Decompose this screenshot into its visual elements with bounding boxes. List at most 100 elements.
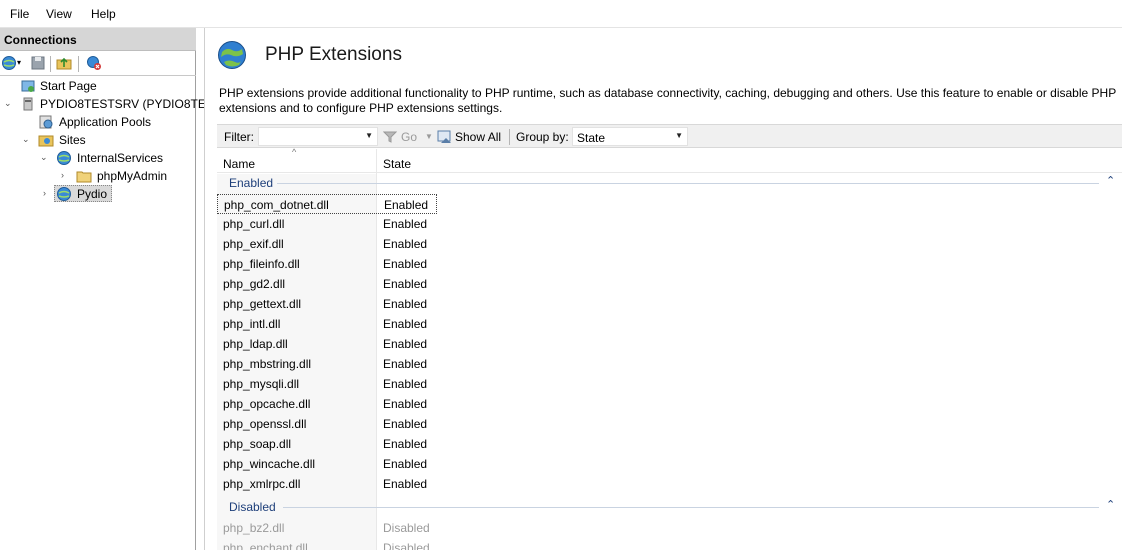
show-all-icon <box>437 130 451 143</box>
filter-input[interactable]: ▼ <box>258 127 378 146</box>
extension-state: Enabled <box>383 277 428 291</box>
group-header-disabled[interactable]: Disabled ⌃ <box>217 497 1122 517</box>
globe-icon <box>57 187 71 201</box>
save-icon[interactable] <box>30 55 46 71</box>
server-icon <box>23 97 33 111</box>
list-item[interactable]: php_fileinfo.dll Enabled <box>217 254 437 274</box>
extension-state: Disabled <box>383 541 430 550</box>
extension-state: Enabled <box>383 297 428 311</box>
extension-name: php_ldap.dll <box>223 337 288 351</box>
list-item[interactable]: php_curl.dll Enabled <box>217 214 437 234</box>
chevron-down-icon[interactable]: ⌄ <box>22 134 30 145</box>
menu-file[interactable]: File <box>10 7 29 21</box>
column-header-name[interactable]: Name <box>223 157 255 171</box>
tree-item-phpmyadmin[interactable]: › phpMyAdmin <box>0 167 196 185</box>
page-title: PHP Extensions <box>265 44 402 65</box>
group-by-label: Group by: <box>516 130 569 144</box>
disconnect-icon[interactable] <box>86 55 102 71</box>
extension-state: Enabled <box>383 217 428 231</box>
menu-help[interactable]: Help <box>91 7 116 21</box>
list-item[interactable]: php_gd2.dll Enabled <box>217 274 437 294</box>
extension-state: Enabled <box>383 317 428 331</box>
list-item[interactable]: php_enchant.dll Disabled <box>217 538 437 550</box>
list-item[interactable]: php_ldap.dll Enabled <box>217 334 437 354</box>
chevron-right-icon[interactable]: › <box>43 188 46 198</box>
dropdown-arrow-icon[interactable]: ▾ <box>17 58 21 67</box>
list-item[interactable]: php_bz2.dll Disabled <box>217 518 437 538</box>
collapse-chevron-icon[interactable]: ⌃ <box>1106 174 1115 187</box>
main-pane: PHP Extensions PHP extensions provide ad… <box>204 28 1122 550</box>
group-by-select[interactable]: State ▼ <box>572 127 688 146</box>
chevron-down-icon[interactable]: ⌄ <box>4 98 12 109</box>
show-all-button[interactable]: Show All <box>455 130 501 144</box>
extension-state: Enabled <box>383 377 428 391</box>
chevron-right-icon[interactable]: › <box>61 170 64 180</box>
tree-item-pydio[interactable]: › Pydio <box>0 185 196 203</box>
extension-name: php_gd2.dll <box>223 277 286 291</box>
extension-state: Enabled <box>384 198 429 212</box>
tree-item-application-pools[interactable]: Application Pools <box>0 113 196 131</box>
connections-title: Connections <box>4 33 77 47</box>
tree-item-start-page[interactable]: Start Page <box>0 77 196 95</box>
connections-pane: Connections ▾ Start Page ⌄ PYDIO8TESTSRV… <box>0 28 221 550</box>
dropdown-arrow-icon[interactable]: ▼ <box>365 131 373 140</box>
php-extensions-globe-icon <box>218 41 246 69</box>
connect-globe-icon[interactable] <box>1 55 17 71</box>
up-folder-icon[interactable] <box>56 55 72 71</box>
extension-state: Enabled <box>383 477 428 491</box>
list-item[interactable]: php_wincache.dll Enabled <box>217 454 437 474</box>
folder-icon <box>76 171 92 183</box>
extension-name: php_gettext.dll <box>223 297 302 311</box>
extension-state: Enabled <box>383 257 428 271</box>
extension-name: php_wincache.dll <box>223 457 316 471</box>
list-item[interactable]: php_soap.dll Enabled <box>217 434 437 454</box>
extension-state: Enabled <box>383 437 428 451</box>
tree-item-sites[interactable]: ⌄ Sites <box>0 131 196 149</box>
filter-label: Filter: <box>224 130 254 144</box>
start-page-icon <box>21 80 35 92</box>
list-item[interactable]: php_exif.dll Enabled <box>217 234 437 254</box>
extension-name: php_openssl.dll <box>223 417 307 431</box>
column-header-state[interactable]: State <box>383 157 411 171</box>
sort-arrow-icon: ^ <box>292 147 297 157</box>
chevron-down-icon[interactable]: ⌄ <box>40 152 48 163</box>
go-button[interactable]: Go <box>401 130 417 144</box>
go-dropdown-icon[interactable]: ▼ <box>425 132 433 141</box>
group-divider <box>277 183 1099 184</box>
tree-item-internalservices[interactable]: ⌄ InternalServices <box>0 149 196 167</box>
list-item[interactable]: php_xmlrpc.dll Enabled <box>217 474 437 494</box>
globe-icon <box>57 151 71 165</box>
dropdown-arrow-icon[interactable]: ▼ <box>675 131 683 140</box>
collapse-chevron-icon[interactable]: ⌃ <box>1106 498 1115 511</box>
extension-state: Enabled <box>383 357 428 371</box>
toolbar-separator <box>509 129 510 145</box>
extension-name: php_com_dotnet.dll <box>224 198 329 212</box>
list-item[interactable]: php_openssl.dll Enabled <box>217 414 437 434</box>
menu-view[interactable]: View <box>46 7 72 21</box>
extension-name: php_curl.dll <box>223 217 285 231</box>
extension-state: Enabled <box>383 457 428 471</box>
list-item[interactable]: php_gettext.dll Enabled <box>217 294 437 314</box>
extension-name: php_mysqli.dll <box>223 377 300 391</box>
extension-state: Enabled <box>383 237 428 251</box>
toolbar-separator <box>78 56 79 72</box>
list-item[interactable]: php_mbstring.dll Enabled <box>217 354 437 374</box>
application-pools-icon <box>39 115 53 129</box>
tree-item-server[interactable]: ⌄ PYDIO8TESTSRV (PYDIO8TEST <box>0 95 221 113</box>
extension-name: php_soap.dll <box>223 437 292 451</box>
list-item[interactable]: php_opcache.dll Enabled <box>217 394 437 414</box>
list-item[interactable]: php_com_dotnet.dll Enabled <box>217 194 437 214</box>
extension-name: php_bz2.dll <box>223 521 285 535</box>
list-header: ^ Name State <box>217 147 1122 173</box>
list-item[interactable]: php_mysqli.dll Enabled <box>217 374 437 394</box>
extension-name: php_exif.dll <box>223 237 284 251</box>
extension-name: php_enchant.dll <box>223 541 308 550</box>
extension-name: php_opcache.dll <box>223 397 311 411</box>
funnel-icon <box>383 131 397 143</box>
extension-state: Disabled <box>383 521 430 535</box>
list-item[interactable]: php_intl.dll Enabled <box>217 314 437 334</box>
toolbar-separator <box>50 56 51 72</box>
connections-toolbar: ▾ <box>0 52 196 76</box>
group-header-enabled[interactable]: Enabled ⌃ <box>217 173 1122 193</box>
extension-name: php_xmlrpc.dll <box>223 477 301 491</box>
